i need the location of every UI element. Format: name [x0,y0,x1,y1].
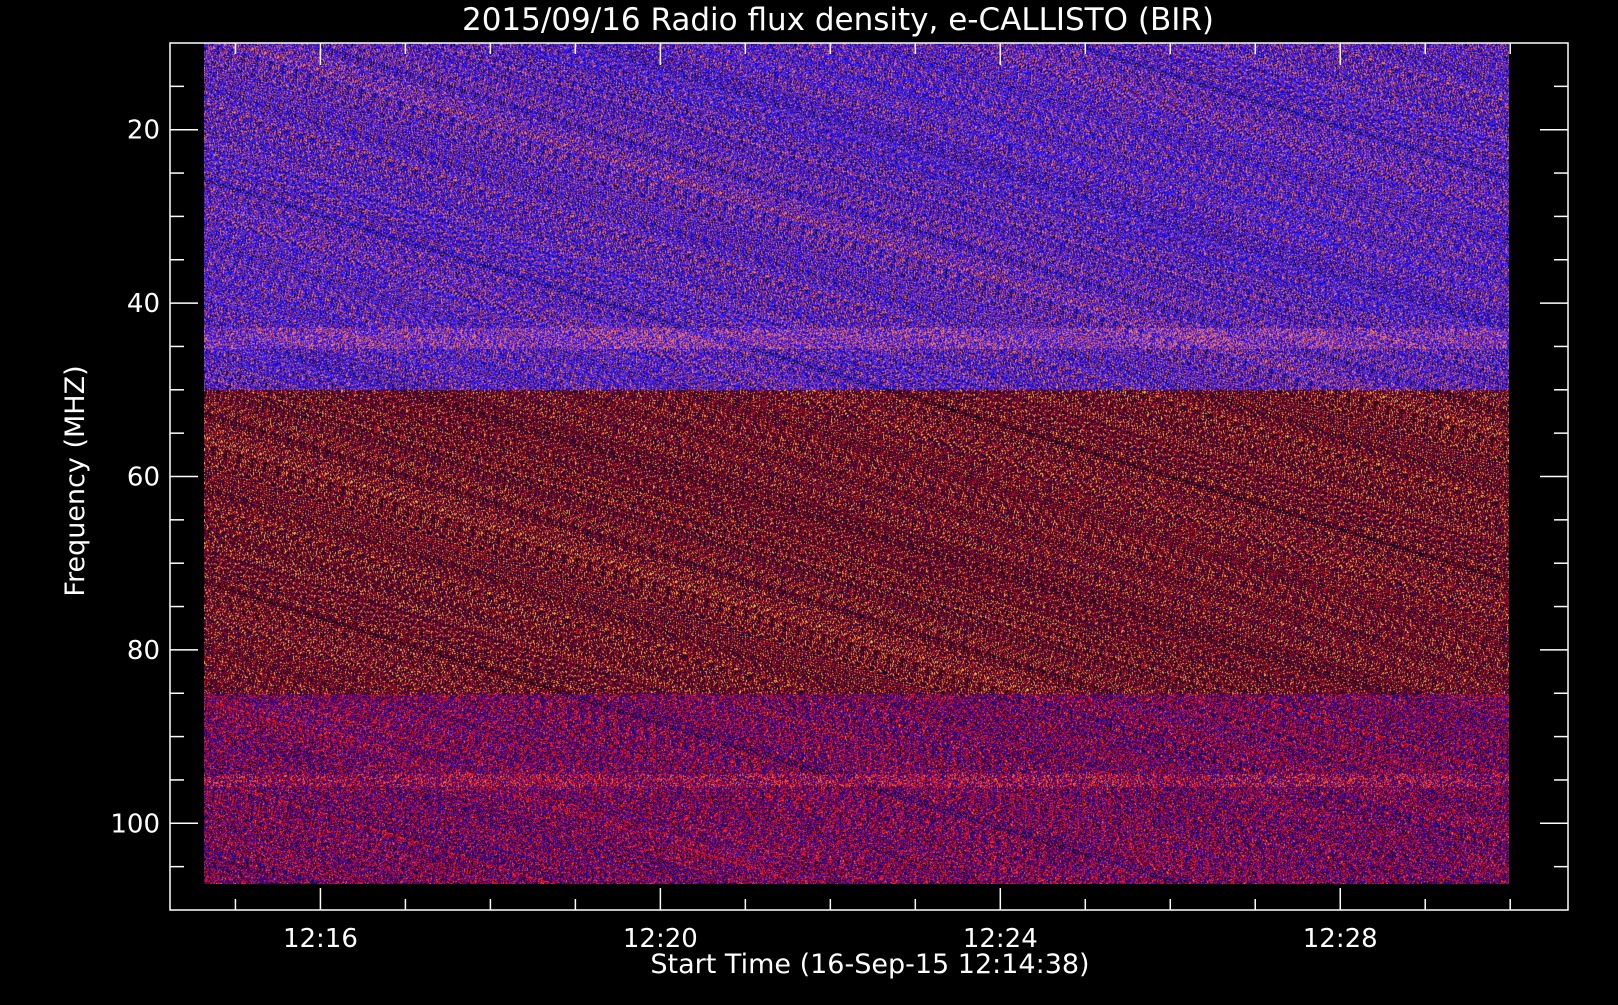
y-tick-label: 100 [110,809,160,839]
y-axis-label: Frequency (MHZ) [60,365,91,596]
spectrogram-figure: 2015/09/16 Radio flux density, e-CALLIST… [0,0,1618,1000]
spectrogram-heatmap [203,43,1509,884]
y-tick-label: 60 [127,463,160,493]
chart-title: 2015/09/16 Radio flux density, e-CALLIST… [462,2,1214,38]
x-axis-label: Start Time (16-Sep-15 12:14:38) [650,949,1089,980]
spectrogram-image [203,43,1509,884]
x-tick-label: 12:16 [283,924,358,954]
y-tick-label: 20 [127,116,160,146]
x-tick-label: 12:28 [1303,924,1378,954]
y-tick-label: 40 [127,289,160,319]
y-tick-label: 80 [127,636,160,666]
spectrogram-chart: 2015/09/16 Radio flux density, e-CALLIST… [0,0,1618,1000]
